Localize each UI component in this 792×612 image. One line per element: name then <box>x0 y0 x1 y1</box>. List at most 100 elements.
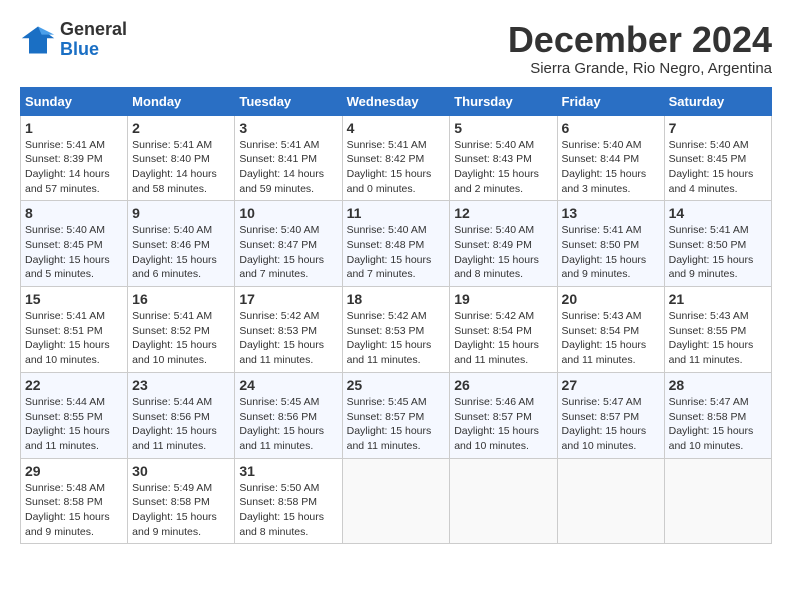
calendar-day-cell: 5Sunrise: 5:40 AM Sunset: 8:43 PM Daylig… <box>450 115 557 201</box>
day-number: 8 <box>25 205 123 221</box>
day-number: 16 <box>132 291 230 307</box>
day-info: Sunrise: 5:41 AM Sunset: 8:41 PM Dayligh… <box>239 138 337 197</box>
day-info: Sunrise: 5:43 AM Sunset: 8:54 PM Dayligh… <box>562 309 660 368</box>
calendar-day-cell: 25 Sunrise: 5:45 AM Sunset: 8:57 PM Dayli… <box>342 372 450 458</box>
day-info: Sunrise: 5:44 AM Sunset: 8:56 PM Dayligh… <box>132 395 230 454</box>
calendar-day-cell: 17Sunrise: 5:42 AM Sunset: 8:53 PM Dayli… <box>235 287 342 373</box>
calendar-day-cell: 9Sunrise: 5:40 AM Sunset: 8:46 PM Daylig… <box>128 201 235 287</box>
day-info: Sunrise: 5:41 AM Sunset: 8:42 PM Dayligh… <box>347 138 446 197</box>
day-info: Sunrise: 5:49 AM Sunset: 8:58 PM Dayligh… <box>132 481 230 540</box>
day-info: Sunrise: 5:44 AM Sunset: 8:55 PM Dayligh… <box>25 395 123 454</box>
calendar-week-row: 8 Sunrise: 5:40 AM Sunset: 8:45 PM Daylig… <box>21 201 772 287</box>
day-info: Sunrise: 5:41 AM Sunset: 8:39 PM Dayligh… <box>25 138 123 197</box>
day-info: Sunrise: 5:41 AM Sunset: 8:52 PM Dayligh… <box>132 309 230 368</box>
day-info: Sunrise: 5:41 AM Sunset: 8:50 PM Dayligh… <box>669 223 767 282</box>
day-number: 31 <box>239 463 337 479</box>
day-number: 1 <box>25 120 123 136</box>
day-number: 14 <box>669 205 767 221</box>
logo-text: General Blue <box>60 20 127 60</box>
calendar-day-cell: 13 Sunrise: 5:41 AM Sunset: 8:50 PM Dayli… <box>557 201 664 287</box>
day-info: Sunrise: 5:40 AM Sunset: 8:45 PM Dayligh… <box>25 223 123 282</box>
calendar-day-cell: 10 Sunrise: 5:40 AM Sunset: 8:47 PM Dayli… <box>235 201 342 287</box>
calendar-header-row: SundayMondayTuesdayWednesdayThursdayFrid… <box>21 87 772 115</box>
day-number: 15 <box>25 291 123 307</box>
day-info: Sunrise: 5:40 AM Sunset: 8:47 PM Dayligh… <box>239 223 337 282</box>
calendar-day-cell: 24 Sunrise: 5:45 AM Sunset: 8:56 PM Dayli… <box>235 372 342 458</box>
calendar-day-cell: 28 Sunrise: 5:47 AM Sunset: 8:58 PM Dayli… <box>664 372 771 458</box>
day-info: Sunrise: 5:41 AM Sunset: 8:40 PM Dayligh… <box>132 138 230 197</box>
day-info: Sunrise: 5:40 AM Sunset: 8:45 PM Dayligh… <box>669 138 767 197</box>
day-number: 17 <box>239 291 337 307</box>
day-info: Sunrise: 5:47 AM Sunset: 8:58 PM Dayligh… <box>669 395 767 454</box>
day-number: 19 <box>454 291 552 307</box>
calendar-day-cell: 3 Sunrise: 5:41 AM Sunset: 8:41 PM Daylig… <box>235 115 342 201</box>
month-title: December 2024 <box>508 20 772 60</box>
calendar-body: 1 Sunrise: 5:41 AM Sunset: 8:39 PM Daylig… <box>21 115 772 544</box>
day-number: 28 <box>669 377 767 393</box>
day-number: 27 <box>562 377 660 393</box>
calendar-day-cell: 20Sunrise: 5:43 AM Sunset: 8:54 PM Dayli… <box>557 287 664 373</box>
day-info: Sunrise: 5:40 AM Sunset: 8:48 PM Dayligh… <box>347 223 446 282</box>
weekday-header: Thursday <box>450 87 557 115</box>
day-info: Sunrise: 5:43 AM Sunset: 8:55 PM Dayligh… <box>669 309 767 368</box>
calendar-day-cell: 1 Sunrise: 5:41 AM Sunset: 8:39 PM Daylig… <box>21 115 128 201</box>
day-number: 4 <box>347 120 446 136</box>
calendar-week-row: 15Sunrise: 5:41 AM Sunset: 8:51 PM Dayli… <box>21 287 772 373</box>
calendar-day-cell: 2Sunrise: 5:41 AM Sunset: 8:40 PM Daylig… <box>128 115 235 201</box>
day-number: 26 <box>454 377 552 393</box>
calendar-day-cell: 4 Sunrise: 5:41 AM Sunset: 8:42 PM Daylig… <box>342 115 450 201</box>
day-info: Sunrise: 5:50 AM Sunset: 8:58 PM Dayligh… <box>239 481 337 540</box>
calendar-day-cell: 27 Sunrise: 5:47 AM Sunset: 8:57 PM Dayli… <box>557 372 664 458</box>
weekday-header: Wednesday <box>342 87 450 115</box>
weekday-header: Friday <box>557 87 664 115</box>
day-info: Sunrise: 5:47 AM Sunset: 8:57 PM Dayligh… <box>562 395 660 454</box>
calendar-day-cell: 8 Sunrise: 5:40 AM Sunset: 8:45 PM Daylig… <box>21 201 128 287</box>
calendar-day-cell: 19 Sunrise: 5:42 AM Sunset: 8:54 PM Dayli… <box>450 287 557 373</box>
day-number: 21 <box>669 291 767 307</box>
page-header: General Blue December 2024 Sierra Grande… <box>20 20 772 77</box>
calendar-day-cell: 18Sunrise: 5:42 AM Sunset: 8:53 PM Dayli… <box>342 287 450 373</box>
calendar-week-row: 22 Sunrise: 5:44 AM Sunset: 8:55 PM Dayli… <box>21 372 772 458</box>
calendar-day-cell: 23 Sunrise: 5:44 AM Sunset: 8:56 PM Dayli… <box>128 372 235 458</box>
day-number: 22 <box>25 377 123 393</box>
day-info: Sunrise: 5:40 AM Sunset: 8:49 PM Dayligh… <box>454 223 552 282</box>
calendar-day-cell: 14 Sunrise: 5:41 AM Sunset: 8:50 PM Dayli… <box>664 201 771 287</box>
day-number: 18 <box>347 291 446 307</box>
calendar-day-cell: 22 Sunrise: 5:44 AM Sunset: 8:55 PM Dayli… <box>21 372 128 458</box>
calendar-day-cell: 11 Sunrise: 5:40 AM Sunset: 8:48 PM Dayli… <box>342 201 450 287</box>
day-number: 10 <box>239 205 337 221</box>
day-info: Sunrise: 5:42 AM Sunset: 8:54 PM Dayligh… <box>454 309 552 368</box>
title-block: December 2024 Sierra Grande, Rio Negro, … <box>508 20 772 77</box>
day-number: 24 <box>239 377 337 393</box>
day-number: 3 <box>239 120 337 136</box>
calendar-week-row: 29Sunrise: 5:48 AM Sunset: 8:58 PM Dayli… <box>21 458 772 544</box>
day-number: 25 <box>347 377 446 393</box>
calendar-day-cell: 31 Sunrise: 5:50 AM Sunset: 8:58 PM Dayli… <box>235 458 342 544</box>
weekday-header: Sunday <box>21 87 128 115</box>
day-number: 12 <box>454 205 552 221</box>
calendar-day-cell: 15Sunrise: 5:41 AM Sunset: 8:51 PM Dayli… <box>21 287 128 373</box>
calendar-table: SundayMondayTuesdayWednesdayThursdayFrid… <box>20 87 772 545</box>
calendar-day-cell: 29Sunrise: 5:48 AM Sunset: 8:58 PM Dayli… <box>21 458 128 544</box>
day-number: 30 <box>132 463 230 479</box>
day-info: Sunrise: 5:40 AM Sunset: 8:43 PM Dayligh… <box>454 138 552 197</box>
calendar-day-cell <box>450 458 557 544</box>
day-number: 6 <box>562 120 660 136</box>
calendar-day-cell: 21 Sunrise: 5:43 AM Sunset: 8:55 PM Dayli… <box>664 287 771 373</box>
logo: General Blue <box>20 20 127 60</box>
day-info: Sunrise: 5:41 AM Sunset: 8:50 PM Dayligh… <box>562 223 660 282</box>
day-number: 9 <box>132 205 230 221</box>
day-info: Sunrise: 5:48 AM Sunset: 8:58 PM Dayligh… <box>25 481 123 540</box>
calendar-day-cell: 12 Sunrise: 5:40 AM Sunset: 8:49 PM Dayli… <box>450 201 557 287</box>
day-info: Sunrise: 5:45 AM Sunset: 8:56 PM Dayligh… <box>239 395 337 454</box>
logo-icon <box>20 22 56 58</box>
day-number: 13 <box>562 205 660 221</box>
day-number: 23 <box>132 377 230 393</box>
calendar-day-cell: 6Sunrise: 5:40 AM Sunset: 8:44 PM Daylig… <box>557 115 664 201</box>
location-subtitle: Sierra Grande, Rio Negro, Argentina <box>508 60 772 77</box>
weekday-header: Tuesday <box>235 87 342 115</box>
calendar-day-cell <box>664 458 771 544</box>
calendar-week-row: 1 Sunrise: 5:41 AM Sunset: 8:39 PM Daylig… <box>21 115 772 201</box>
day-number: 11 <box>347 205 446 221</box>
day-info: Sunrise: 5:45 AM Sunset: 8:57 PM Dayligh… <box>347 395 446 454</box>
